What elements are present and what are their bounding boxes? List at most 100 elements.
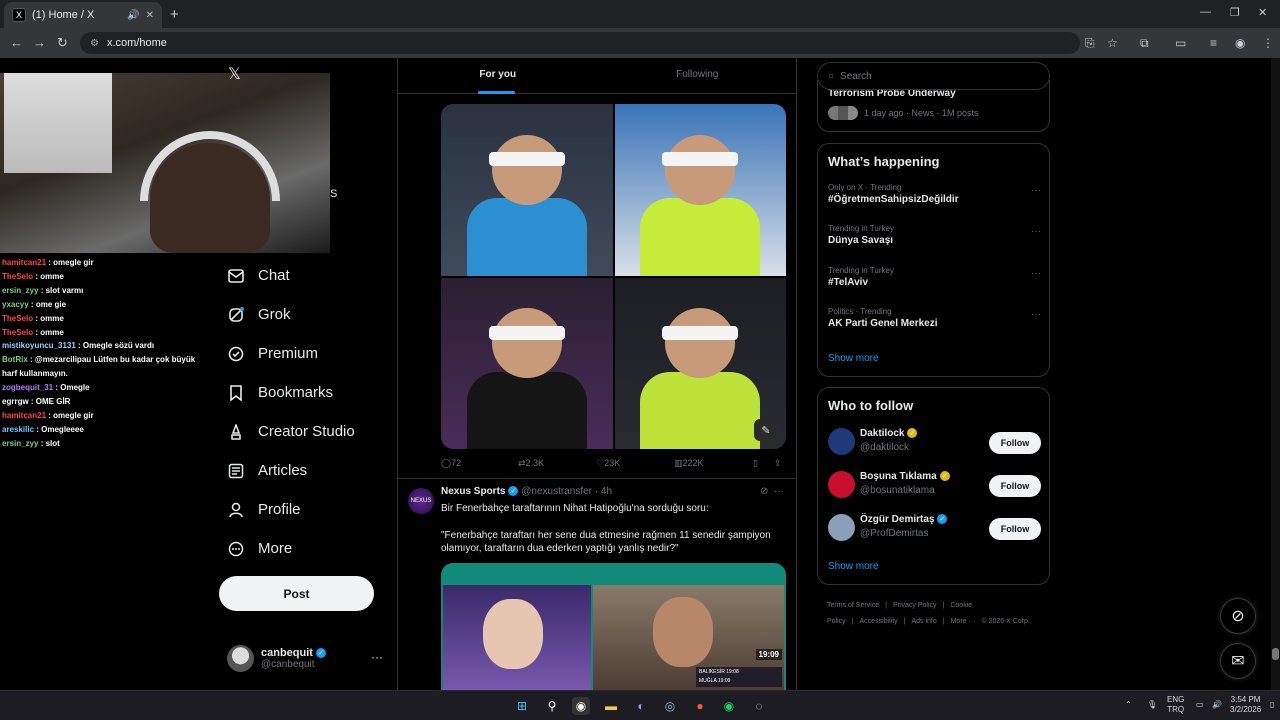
grok-explain-icon[interactable]: ✎ (754, 419, 778, 441)
steam-icon[interactable]: ◎ (661, 697, 679, 715)
trend-item[interactable]: Politics · Trending AK Parti Genel Merke… (828, 307, 1041, 329)
minimize-icon[interactable]: — (1200, 6, 1211, 18)
media-photo[interactable]: ✎ (614, 277, 786, 449)
network-icon[interactable]: ▭ (1196, 700, 1204, 710)
avatar[interactable]: NEXUS (408, 488, 434, 514)
restore-icon[interactable]: ❐ (1230, 6, 1240, 19)
follow-suggestion[interactable]: Boşuna Tıklama ✓ @bosunatiklama Follow (828, 471, 1041, 501)
site-info-icon[interactable]: ⚙ (90, 38, 99, 49)
address-bar[interactable]: ⚙ x.com/home (80, 32, 1080, 54)
show-more-link[interactable]: Show more (828, 561, 879, 572)
avatar[interactable] (828, 471, 855, 498)
file-explorer-icon[interactable]: ▬ (602, 697, 620, 715)
sidebar-item-more[interactable]: More (228, 529, 355, 568)
tweet-time[interactable]: · 4h (595, 486, 612, 497)
trend-item[interactable]: Trending in Turkey Dünya Savaşı ··· (828, 224, 1041, 246)
sidepanel-icon[interactable]: ▭ (1175, 36, 1186, 50)
show-more-link[interactable]: Show more (828, 353, 879, 364)
follow-button[interactable]: Follow (989, 475, 1041, 497)
media-photo[interactable] (441, 104, 613, 276)
spotify-icon[interactable]: ◉ (720, 697, 738, 715)
app-icon[interactable]: ● (691, 697, 709, 715)
follow-button[interactable]: Follow (989, 432, 1041, 454)
footer-link[interactable]: Accessibility (860, 618, 898, 625)
close-window-icon[interactable]: ✕ (1258, 6, 1267, 19)
avatar[interactable] (828, 514, 855, 541)
audio-icon[interactable]: 🔊 (127, 10, 139, 21)
grok-fab-icon[interactable]: ⊘ (1220, 598, 1256, 634)
browser-tab[interactable]: X (1) Home / X 🔊 ✕ (4, 2, 162, 28)
sidebar-item-premium[interactable]: Premium (228, 334, 355, 373)
install-app-icon[interactable]: ⎘ (1085, 36, 1095, 51)
follow-button[interactable]: Follow (989, 518, 1041, 540)
trend-title: Dünya Savaşı (828, 235, 894, 246)
extensions-icon[interactable]: ⧉ (1140, 36, 1149, 51)
search-input[interactable]: ○ Search (817, 62, 1050, 90)
close-tab-icon[interactable]: ✕ (146, 10, 154, 21)
forward-icon[interactable]: → (33, 35, 46, 50)
search-icon[interactable]: ⚲ (543, 697, 561, 715)
footer-link[interactable]: © 2026 X Corp. (981, 618, 1029, 625)
grok-icon[interactable]: ⊘ (760, 486, 768, 497)
media-photo[interactable] (441, 277, 613, 449)
reply-button[interactable]: ◯ 72 (441, 458, 461, 469)
bookmark-tweet-icon[interactable]: ▯ (753, 458, 758, 469)
tweet-media-grid[interactable]: ✎ (441, 104, 786, 449)
sidebar-item-bookmarks[interactable]: Bookmarks (228, 373, 355, 412)
bookmark-star-icon[interactable]: ☆ (1107, 36, 1118, 50)
chat-username: TheSelo (2, 271, 34, 281)
tray-chevron-icon[interactable]: ⌃ (1125, 700, 1132, 710)
footer-link[interactable]: Terms of Service (827, 602, 879, 609)
repost-button[interactable]: ⇄ 2.3K (518, 458, 544, 469)
follow-suggestion[interactable]: Daktilock ✓ @daktilock Follow (828, 428, 1041, 458)
menu-icon[interactable]: ⋮ (1262, 36, 1274, 50)
trend-more-icon[interactable]: ··· (1031, 185, 1041, 196)
tweet-author-name[interactable]: Nexus Sports (441, 486, 505, 497)
profile-avatar-icon[interactable]: ◉ (1235, 36, 1245, 50)
footer-link[interactable]: Ads info (911, 618, 936, 625)
clock[interactable]: 3:54 PM 3/2/2026 (1230, 695, 1261, 715)
scrollbar-thumb[interactable] (1272, 648, 1279, 660)
x-logo-icon[interactable]: 𝕏 (228, 64, 241, 84)
post-button[interactable]: Post (219, 576, 374, 611)
chat-message: ersin_zyy : slot (2, 437, 207, 451)
trend-item[interactable]: Trending in Turkey #TelAviv ··· (828, 266, 1041, 288)
account-switcher[interactable]: canbequit ✓ @canbequit ··· (227, 643, 387, 673)
views-button[interactable]: ▥ 222K (674, 458, 704, 469)
trend-item[interactable]: Only on X · Trending #ÖğretmenSahipsizDe… (828, 183, 1041, 205)
language-indicator[interactable]: ENG TRQ (1167, 695, 1184, 715)
messages-fab-icon[interactable]: ✉ (1220, 643, 1256, 679)
footer-link[interactable]: Privacy Policy (893, 602, 937, 609)
sidebar-item-articles[interactable]: Articles (228, 451, 355, 490)
account-more-icon[interactable]: ··· (371, 650, 383, 664)
trend-more-icon[interactable]: ··· (1031, 309, 1041, 320)
share-icon[interactable]: ⇪ (774, 458, 782, 469)
sidebar-item-creator-studio[interactable]: Creator Studio (228, 412, 355, 451)
trend-more-icon[interactable]: ··· (1031, 226, 1041, 237)
discord-icon[interactable]: ◐ (632, 697, 650, 715)
reload-icon[interactable]: ↻ (57, 35, 68, 51)
media-icon[interactable]: ≡ (1210, 36, 1217, 50)
volume-icon[interactable]: 🔊 (1212, 700, 1222, 710)
tweet-media[interactable]: 19:09 BALIKESİR 19:08 MUĞLA 19:09 (441, 563, 786, 690)
windows-start-icon[interactable]: ⊞ (513, 697, 531, 715)
media-photo[interactable] (614, 104, 786, 276)
like-button[interactable]: ♡ 23K (596, 458, 620, 469)
footer-link[interactable]: More ··· (951, 618, 976, 625)
microphone-icon[interactable]: 🎙 (1147, 700, 1157, 710)
notification-icon[interactable]: ▯ (1270, 700, 1274, 710)
new-tab-button[interactable]: + (170, 6, 179, 23)
tab-following[interactable]: Following (598, 58, 798, 93)
follow-suggestion[interactable]: Özgür Demirtaş ✓ @ProfDemirtas Follow (828, 514, 1041, 544)
scrollbar[interactable] (1271, 58, 1280, 690)
tweet-more-icon[interactable]: ··· (774, 486, 784, 497)
tab-for-you[interactable]: For you (398, 58, 598, 94)
avatar[interactable] (828, 428, 855, 455)
app-icon[interactable]: ◌ (750, 697, 768, 715)
trend-more-icon[interactable]: ··· (1031, 268, 1041, 279)
sidebar-item-chat[interactable]: Chat (228, 256, 355, 295)
chrome-icon[interactable]: ◉ (572, 697, 590, 715)
sidebar-item-profile[interactable]: Profile (228, 490, 355, 529)
sidebar-item-grok[interactable]: Grok (228, 295, 355, 334)
back-icon[interactable]: ← (10, 35, 23, 50)
